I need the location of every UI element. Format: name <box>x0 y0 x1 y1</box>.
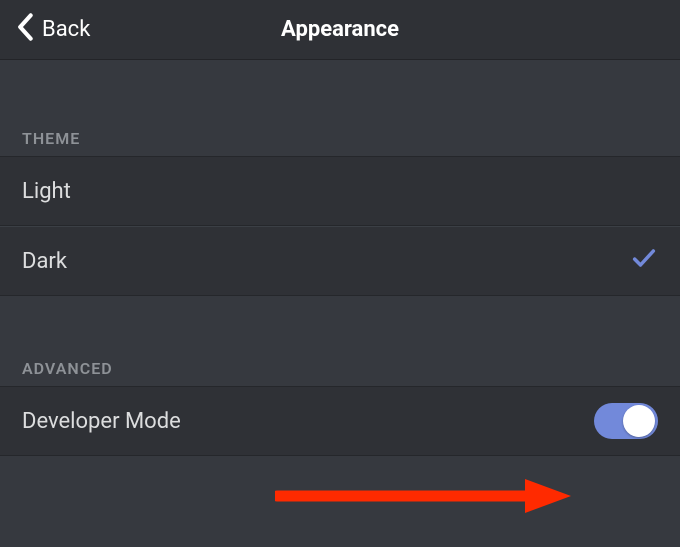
theme-option-light[interactable]: Light <box>0 156 680 226</box>
developer-mode-label: Developer Mode <box>22 409 181 434</box>
developer-mode-row[interactable]: Developer Mode <box>0 386 680 456</box>
header-bar: Back Appearance <box>0 0 680 60</box>
section-header-theme: THEME <box>0 120 680 156</box>
section-header-label: THEME <box>22 129 80 148</box>
section-gap <box>0 296 680 350</box>
chevron-left-icon <box>16 13 36 47</box>
developer-mode-toggle[interactable] <box>594 403 658 439</box>
theme-option-label: Light <box>22 179 71 204</box>
page-title: Appearance <box>281 17 399 42</box>
toggle-knob <box>623 405 655 437</box>
back-button[interactable]: Back <box>16 13 90 47</box>
section-header-label: ADVANCED <box>22 359 113 378</box>
section-header-advanced: ADVANCED <box>0 350 680 386</box>
annotation-arrow-icon <box>275 476 575 516</box>
back-label: Back <box>42 17 90 42</box>
theme-option-dark[interactable]: Dark <box>0 226 680 296</box>
section-gap <box>0 60 680 120</box>
checkmark-icon <box>630 244 658 278</box>
theme-option-label: Dark <box>22 249 67 274</box>
